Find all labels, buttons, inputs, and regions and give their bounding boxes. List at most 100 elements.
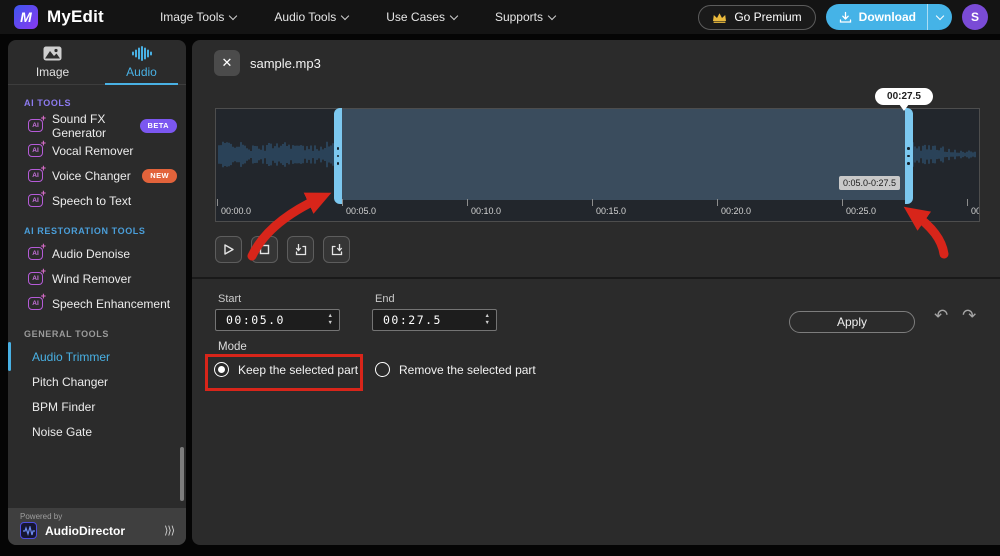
tab-audio[interactable]: Audio [97,40,186,84]
sidebar-footer: Powered by AudioDirector ⟩⟩⟩ [8,508,186,545]
item-label: Vocal Remover [52,144,133,158]
timeline-tick [217,199,218,206]
start-time-value[interactable]: 00:05.0 [216,313,328,327]
item-label: Wind Remover [52,272,131,286]
timeline-tick [467,199,468,206]
end-time-stepper[interactable]: ▲▼ [485,314,496,327]
ai-tool-icon [28,247,43,260]
start-time-stepper[interactable]: ▲▼ [328,314,339,327]
sidebar-item-speech-enhancement[interactable]: Speech Enhancement [8,291,186,316]
audiodirector-label: AudioDirector [45,524,125,538]
file-name: sample.mp3 [250,56,321,71]
sidebar-item-noise-gate[interactable]: Noise Gate [8,419,186,444]
navbar-right: Go Premium Download S [698,4,988,30]
radio-selected-icon[interactable] [214,362,229,377]
download-split-button: Download [826,4,952,30]
timeline-label: 00:05.0 [346,206,376,216]
mode-option-remove[interactable]: Remove the selected part [375,362,536,377]
audiodirector-icon [20,522,37,539]
timeline-tick [717,199,718,206]
timeline-ruler[interactable]: 00:00.0 00:05.0 00:10.0 00:15.0 00:20.0 … [216,199,979,221]
sidebar: Image Audio AI TOOLS Sound FX Generator … [8,40,186,545]
mark-in-icon [294,243,308,256]
selection-region[interactable] [342,109,905,200]
close-file-button[interactable]: ✕ [214,50,240,76]
set-start-marker-button[interactable] [287,236,314,263]
crown-icon [712,12,727,23]
timeline-tick [592,199,593,206]
timeline-label: 00:00.0 [221,206,251,216]
chevron-down-icon [450,11,458,19]
powered-by-label: Powered by [20,512,174,521]
chevrons-right-icon[interactable]: ⟩⟩⟩ [164,524,174,537]
sidebar-item-speech-to-text[interactable]: Speech to Text [8,188,186,213]
menu-use-cases[interactable]: Use Cases [386,10,457,24]
set-end-marker-button[interactable] [323,236,350,263]
sidebar-item-pitch-changer[interactable]: Pitch Changer [8,369,186,394]
sidebar-item-sound-fx-generator[interactable]: Sound FX Generator BETA [8,113,186,138]
timeline-tick [842,199,843,206]
item-label: Voice Changer [52,169,131,183]
main-panel: ✕ sample.mp3 00:00.0 00:05.0 00:10.0 00:… [192,40,1000,545]
undo-button[interactable]: ↶ [934,306,948,326]
audiodirector-row[interactable]: AudioDirector ⟩⟩⟩ [20,522,174,539]
ai-tool-icon [28,194,43,207]
download-label: Download [859,10,916,24]
chevron-down-icon [936,11,944,19]
stop-button[interactable] [251,236,278,263]
tab-image[interactable]: Image [8,40,97,84]
user-avatar[interactable]: S [962,4,988,30]
item-label: Speech Enhancement [52,297,170,311]
play-button[interactable] [215,236,242,263]
menu-supports[interactable]: Supports [495,10,555,24]
top-navbar: M MyEdit Image Tools Audio Tools Use Cas… [0,0,1000,34]
download-button[interactable]: Download [826,10,927,24]
section-title-general-tools: GENERAL TOOLS [24,329,186,339]
sidebar-item-audio-trimmer[interactable]: Audio Trimmer [8,344,186,369]
item-label: BPM Finder [32,400,95,414]
mode-label: Mode [218,341,247,353]
trim-handle-end[interactable] [905,108,913,204]
section-title-ai-restoration: AI RESTORATION TOOLS [24,226,186,236]
chevron-down-icon [548,11,556,19]
menu-label: Audio Tools [274,10,336,24]
apply-button[interactable]: Apply [789,311,915,333]
timeline-label: 00:3 [971,206,979,216]
item-label: Noise Gate [32,425,92,439]
end-time-value[interactable]: 00:27.5 [373,313,485,327]
radio-unselected-icon[interactable] [375,362,390,377]
timeline-label: 00:25.0 [846,206,876,216]
menu-label: Image Tools [160,10,224,24]
end-time-tooltip: 00:27.5 [875,88,933,105]
download-icon [839,11,852,24]
trim-handle-start[interactable] [334,108,342,204]
end-time-input[interactable]: 00:27.5 ▲▼ [372,309,497,331]
brand-name[interactable]: MyEdit [47,7,104,27]
timeline-label: 00:15.0 [596,206,626,216]
menu-audio-tools[interactable]: Audio Tools [274,10,348,24]
ai-tool-icon [28,272,43,285]
end-label: End [375,293,395,305]
download-options-button[interactable] [927,4,952,30]
sidebar-item-vocal-remover[interactable]: Vocal Remover [8,138,186,163]
mark-out-icon [330,243,344,256]
go-premium-button[interactable]: Go Premium [698,5,815,30]
menu-label: Use Cases [386,10,445,24]
sidebar-item-bpm-finder[interactable]: BPM Finder [8,394,186,419]
menu-image-tools[interactable]: Image Tools [160,10,236,24]
sidebar-item-wind-remover[interactable]: Wind Remover [8,266,186,291]
redo-button[interactable]: ↷ [962,306,976,326]
timeline-tick [967,199,968,206]
start-label: Start [218,293,241,305]
mode-option-label: Remove the selected part [399,363,536,377]
item-label: Audio Denoise [52,247,130,261]
sidebar-scrollbar[interactable] [180,447,184,501]
mode-option-keep[interactable]: Keep the selected part [214,362,358,377]
sidebar-item-voice-changer[interactable]: Voice Changer NEW [8,163,186,188]
myedit-logo-icon[interactable]: M [14,5,38,29]
sidebar-item-audio-denoise[interactable]: Audio Denoise [8,241,186,266]
sidebar-tabs: Image Audio [8,40,186,85]
item-label: Audio Trimmer [32,350,110,364]
playback-controls [215,236,350,263]
start-time-input[interactable]: 00:05.0 ▲▼ [215,309,340,331]
